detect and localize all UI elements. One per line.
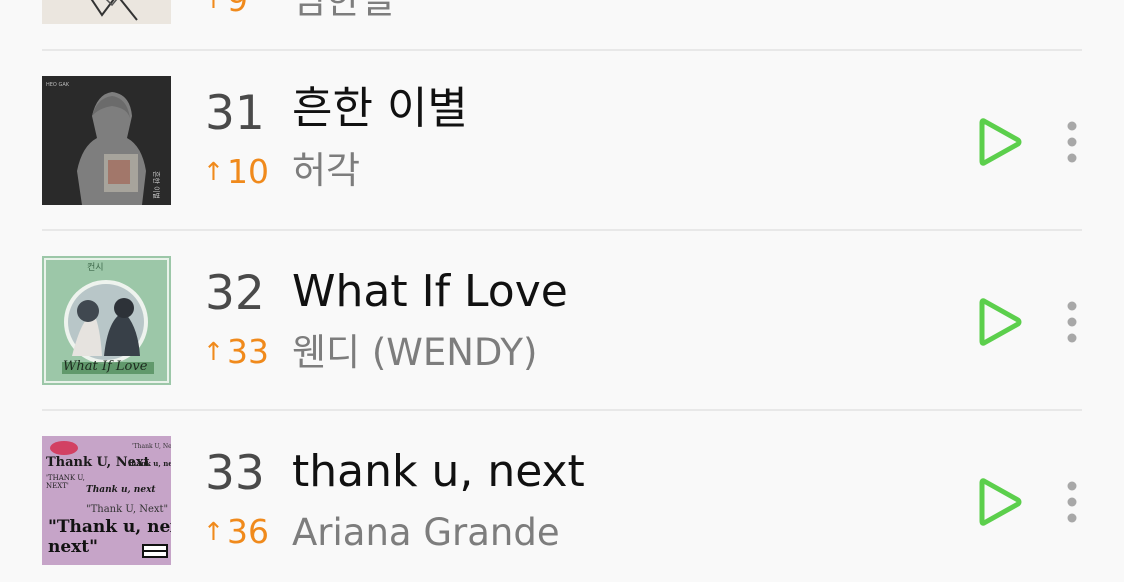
chart-row-33[interactable]: Thank U, Next 'Thank U, Next' thank u, n…	[0, 410, 1124, 582]
album-art-portrait: HEO GAK 흔한 이별	[42, 76, 171, 205]
vertical-ellipsis-icon[interactable]	[1060, 120, 1084, 164]
up-arrow-icon: ↑	[203, 0, 224, 12]
artist-name-partial: 임한별	[292, 0, 395, 22]
song-title[interactable]: What If Love	[292, 270, 568, 314]
song-title[interactable]: thank u, next	[292, 450, 585, 494]
play-outline-icon[interactable]	[976, 115, 1024, 169]
svg-text:NEXT': NEXT'	[46, 482, 69, 490]
vertical-ellipsis-icon[interactable]	[1060, 300, 1084, 344]
svg-text:컨시: 컨시	[87, 262, 104, 273]
svg-text:'Thank U, Next': 'Thank U, Next'	[132, 443, 171, 450]
rank-change: ↑36	[203, 512, 269, 551]
vertical-ellipsis-icon[interactable]	[1060, 480, 1084, 524]
cover-text-3: Thank u, next	[86, 485, 156, 495]
chart-row-32[interactable]: 컨시 What If Love 32 What If Love ↑33 웬디 (…	[0, 230, 1124, 410]
album-art-sketch	[42, 0, 171, 24]
up-arrow-icon: ↑	[203, 517, 224, 546]
cover-title-text: What If Love	[63, 359, 148, 374]
album-cover[interactable]: HEO GAK 흔한 이별	[42, 76, 171, 205]
svg-text:HEO GAK: HEO GAK	[46, 82, 70, 88]
svg-text:next": next"	[48, 537, 98, 557]
rank-change: ↑10	[203, 152, 269, 191]
play-outline-icon[interactable]	[976, 475, 1024, 529]
album-cover-partial[interactable]	[42, 0, 171, 24]
up-arrow-icon: ↑	[203, 157, 224, 186]
album-cover[interactable]: 컨시 What If Love	[42, 256, 171, 385]
rank-number: 31	[205, 86, 265, 141]
album-art-couple: 컨시 What If Love	[42, 256, 171, 385]
up-arrow-icon: ↑	[203, 337, 224, 366]
rank-number: 33	[205, 446, 265, 501]
rank-change-partial: ↑9	[203, 0, 248, 16]
rank-number: 32	[205, 266, 265, 321]
artist-name[interactable]: 웬디 (WENDY)	[292, 334, 537, 371]
cover-text-2: thank u, next	[128, 459, 171, 468]
artist-name[interactable]: 허각	[292, 152, 360, 189]
svg-text:흔한 이별: 흔한 이별	[152, 171, 161, 199]
cover-text-4: "Thank u, next"	[48, 517, 171, 537]
album-cover[interactable]: Thank U, Next 'Thank U, Next' thank u, n…	[42, 436, 171, 565]
song-title[interactable]: 흔한 이별	[292, 87, 468, 131]
svg-text:'THANK U,: 'THANK U,	[46, 474, 85, 482]
chart-row-31[interactable]: HEO GAK 흔한 이별 31 흔한 이별 ↑10 허각	[0, 50, 1124, 230]
artist-name[interactable]: Ariana Grande	[292, 514, 560, 551]
play-outline-icon[interactable]	[976, 295, 1024, 349]
rank-change: ↑33	[203, 332, 269, 371]
svg-text:"Thank U, Next": "Thank U, Next"	[86, 504, 168, 515]
album-art-typography: Thank U, Next 'Thank U, Next' thank u, n…	[42, 436, 171, 565]
chart-list: ↑9 임한별 HEO GAK 흔한 이별 31 흔한 이별 ↑10 허각	[0, 0, 1124, 582]
